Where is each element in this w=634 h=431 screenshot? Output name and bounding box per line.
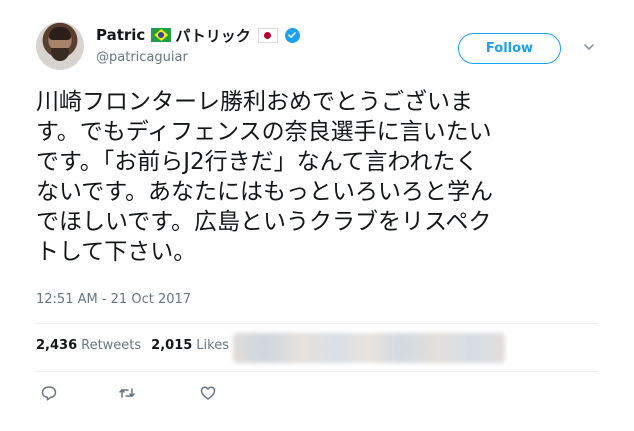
- user-handle[interactable]: @patricaguiar: [96, 50, 188, 65]
- tweet-text-line: トして下さい。: [36, 239, 197, 265]
- retweets-label[interactable]: Retweets: [81, 338, 141, 353]
- likes-label[interactable]: Likes: [196, 338, 229, 353]
- tweet-stats: 2,436 Retweets 2,015 Likes: [36, 338, 239, 353]
- tweet-text-line: す。でもディフェンスの奈良選手に言いたい: [36, 119, 492, 145]
- retweet-icon[interactable]: [118, 384, 136, 402]
- tweet-text-line: です。「お前らJ2行きだ」なんて言われたく: [36, 149, 479, 175]
- japan-flag-icon: [257, 27, 278, 43]
- divider: [36, 323, 598, 324]
- user-name-row[interactable]: Patric パトリック: [96, 24, 300, 46]
- liker-avatars-strip[interactable]: [233, 333, 505, 363]
- retweets-count[interactable]: 2,436: [36, 338, 77, 353]
- tweet-text-line: ないです。あなたにはもっといろいろと学ん: [36, 179, 494, 205]
- avatar[interactable]: [36, 22, 84, 70]
- tweet-text: 川崎フロンターレ勝利おめでとうございま す。でもディフェンスの奈良選手に言いたい…: [36, 87, 606, 267]
- like-icon[interactable]: [199, 384, 217, 402]
- tweet-card: Patric パトリック @patricaguiar Follow 川崎フロンタ…: [0, 0, 634, 431]
- display-name[interactable]: Patric: [96, 26, 145, 44]
- tweet-timestamp[interactable]: 12:51 AM - 21 Oct 2017: [36, 292, 191, 307]
- display-name-japanese[interactable]: パトリック: [175, 25, 250, 46]
- chevron-down-icon[interactable]: [582, 40, 596, 54]
- reply-icon[interactable]: [40, 384, 58, 402]
- tweet-text-line: 川崎フロンターレ勝利おめでとうございま: [36, 89, 473, 115]
- verified-badge-icon: [284, 27, 300, 43]
- tweet-text-line: でほしいです。広島というクラブをリスペク: [36, 209, 492, 235]
- likes-count[interactable]: 2,015: [151, 338, 192, 353]
- brazil-flag-icon: [151, 28, 172, 42]
- follow-button[interactable]: Follow: [458, 33, 561, 64]
- divider: [36, 371, 598, 372]
